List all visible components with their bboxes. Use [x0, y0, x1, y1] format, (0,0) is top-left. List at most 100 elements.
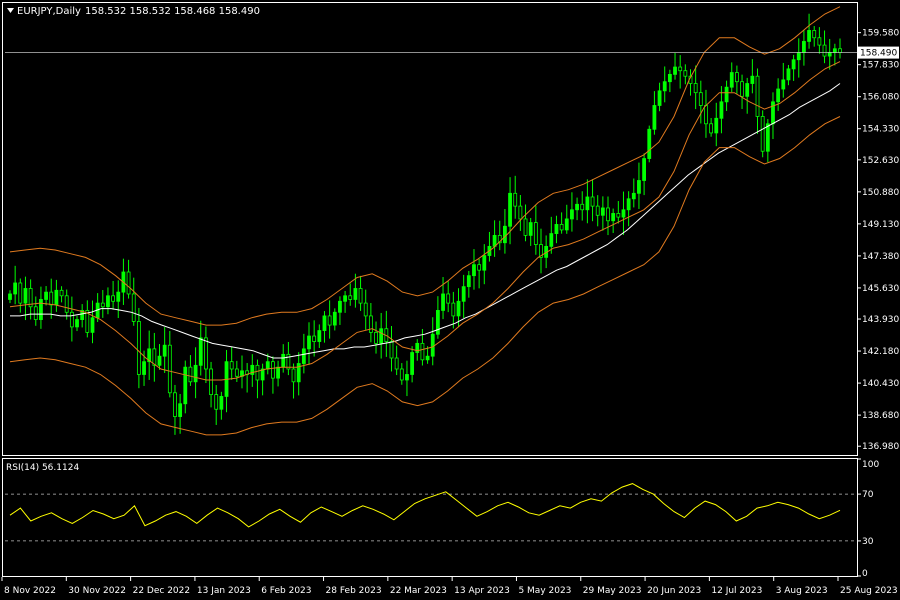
time-tick-label: 5 May 2023	[518, 586, 571, 596]
candle-body	[281, 353, 286, 368]
candle-body	[647, 128, 652, 159]
price-tick-label: 156.080	[862, 93, 899, 103]
price-tick-label: 149.130	[862, 220, 899, 230]
symbol-label: EURJPY,Daily	[17, 6, 81, 17]
candle-body	[781, 79, 786, 90]
candle-body	[394, 357, 399, 370]
time-tick-label: 13 Jan 2023	[197, 586, 251, 596]
candle-body	[760, 116, 765, 152]
candle-body	[307, 335, 311, 350]
rsi-legend: RSI(14) 56.1124	[6, 463, 79, 473]
candle-body	[600, 207, 605, 216]
candle-body	[719, 101, 724, 119]
candle-body	[209, 368, 213, 396]
candle-body	[59, 289, 64, 297]
time-tick-label: 28 Feb 2023	[326, 586, 382, 596]
candle-body	[729, 72, 734, 88]
candle-body	[358, 288, 363, 304]
price-tick-label: 147.380	[862, 252, 899, 262]
candle-body	[111, 295, 116, 302]
candle-body	[44, 291, 48, 300]
candle-body	[472, 264, 476, 277]
candle-body	[528, 222, 533, 236]
candle-body	[765, 123, 770, 152]
candle-body	[54, 289, 59, 306]
candle-body	[637, 180, 641, 194]
rsi-tick-label: 70	[862, 490, 874, 500]
candle-body	[642, 158, 646, 181]
candle-body	[745, 83, 750, 97]
candle-body	[461, 286, 466, 302]
candle-body	[714, 117, 719, 134]
candle-body	[838, 48, 842, 53]
candle-body	[755, 75, 760, 117]
price-tick-label: 142.180	[862, 347, 899, 357]
candle-body	[18, 282, 23, 304]
candle-body	[807, 30, 811, 42]
price-tick-label: 150.880	[862, 188, 899, 198]
candle-body	[595, 205, 600, 216]
candle-body	[100, 302, 105, 308]
candle-body	[832, 48, 837, 53]
candle-body	[312, 335, 317, 342]
rsi-tick-label: 100	[862, 460, 879, 470]
price-tick-label: 154.330	[862, 125, 899, 135]
candle-body	[802, 41, 806, 53]
candle-body	[410, 352, 415, 375]
candle-body	[229, 361, 234, 370]
candle-body	[533, 222, 538, 245]
candle-body	[204, 337, 208, 370]
price-tick-label: 136.980	[862, 442, 899, 452]
candle-body	[812, 30, 817, 39]
candle-body	[503, 225, 507, 244]
price-tick-label: 159.580	[862, 29, 899, 39]
candle-body	[580, 203, 585, 211]
candle-body	[709, 123, 714, 134]
candle-body	[33, 306, 38, 320]
price-tick-label: 143.930	[862, 315, 899, 325]
candle-body	[435, 310, 440, 335]
candle-body	[219, 396, 224, 410]
candle-body	[657, 90, 662, 106]
candle-body	[652, 105, 657, 130]
candle-body	[399, 368, 404, 381]
candle-body	[173, 392, 177, 417]
chart-root: EURJPY,Daily 158.532 158.532 158.468 158…	[0, 0, 900, 600]
candle-body	[425, 355, 430, 361]
candle-body	[178, 403, 183, 417]
candle-body	[214, 394, 219, 410]
candle-body	[549, 233, 554, 247]
time-tick-label: 25 Aug 2023	[840, 586, 898, 596]
candle-body	[791, 59, 796, 70]
rsi-tick-label: 30	[862, 537, 874, 547]
candle-body	[492, 235, 497, 247]
candle-body	[606, 207, 610, 222]
price-tick-label: 157.830	[862, 61, 899, 71]
price-tick-label: 140.430	[862, 379, 899, 389]
candle-body	[683, 70, 688, 77]
candle-body	[90, 317, 95, 333]
candle-body	[363, 302, 368, 317]
candle-body	[698, 92, 703, 106]
candle-body	[575, 203, 579, 211]
candle-body	[188, 366, 193, 383]
candle-body	[456, 300, 461, 317]
candle-body	[193, 364, 198, 383]
candle-body	[343, 295, 347, 302]
candle-body	[667, 73, 672, 83]
ohlc-label: 158.532 158.532 158.468 158.490	[85, 6, 260, 17]
candle-body	[724, 86, 729, 103]
candle-body	[198, 337, 203, 366]
candle-body	[136, 321, 141, 375]
time-tick-label: 29 May 2023	[583, 586, 642, 596]
candle-body	[23, 288, 28, 304]
candle-body	[75, 319, 79, 328]
candle-body	[255, 364, 260, 381]
candle-body	[405, 374, 409, 381]
candle-body	[131, 293, 136, 322]
candle-body	[621, 209, 626, 218]
candle-body	[626, 198, 631, 211]
candle-body	[796, 52, 801, 61]
time-tick-label: 8 Nov 2022	[4, 586, 56, 596]
candle-body	[8, 293, 12, 300]
